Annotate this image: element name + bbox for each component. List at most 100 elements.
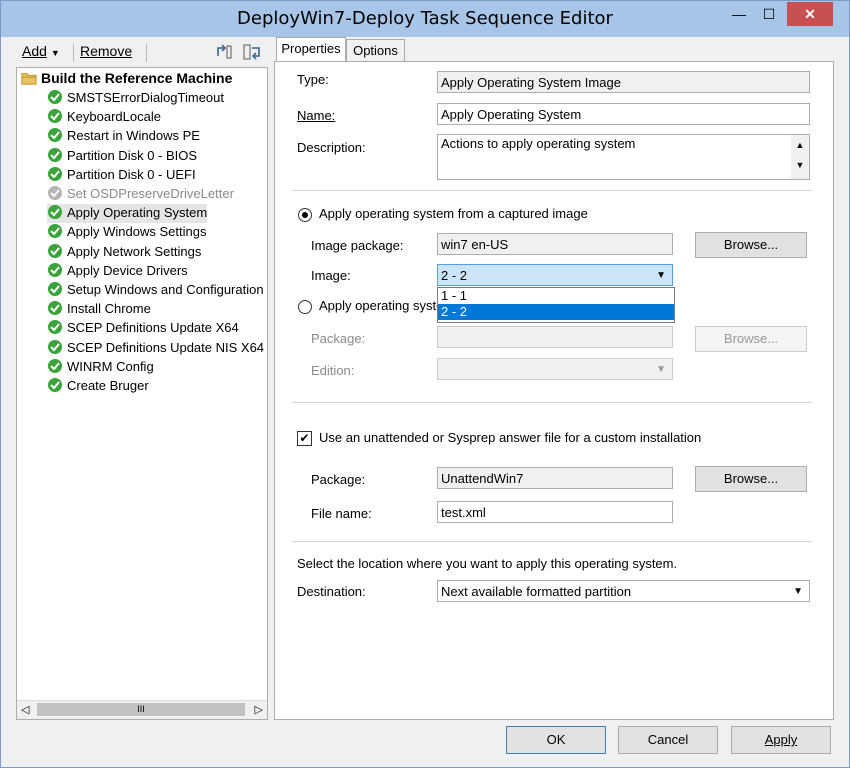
tree-item-label: Partition Disk 0 - UEFI xyxy=(67,166,196,182)
unattend-package-label: Package: xyxy=(311,472,366,487)
image-package-browse-button[interactable]: Browse... xyxy=(695,232,807,258)
tree-item[interactable]: SCEP Definitions Update X64 xyxy=(47,319,239,338)
file-name-label: File name: xyxy=(311,506,372,521)
checkmark-icon xyxy=(48,320,62,335)
tree-item[interactable]: Apply Device Drivers xyxy=(47,262,188,281)
task-sequence-tree[interactable]: Build the Reference Machine SMSTSErrorDi… xyxy=(16,67,268,720)
tree-item-label: Set OSDPreserveDriveLetter xyxy=(67,186,234,201)
disabled-check-icon xyxy=(48,186,62,200)
checkmark-icon xyxy=(48,301,62,316)
scroll-right-icon[interactable]: ▷ xyxy=(255,703,263,716)
image-select[interactable]: 2 - 2 ▼ xyxy=(437,264,673,286)
remove-label: Remove xyxy=(80,43,133,59)
checkmark-icon xyxy=(48,358,62,373)
file-name-input[interactable]: test.xml xyxy=(437,501,673,523)
image-package-field: win7 en-US xyxy=(437,233,673,255)
tree-item-label: Apply Network Settings xyxy=(67,243,202,259)
title-bar[interactable]: DeployWin7-Deploy Task Sequence Editor —… xyxy=(1,1,849,37)
apply-button[interactable]: Apply xyxy=(731,726,831,754)
image-select-value: 2 - 2 xyxy=(441,268,468,283)
image-option[interactable]: 1 - 1 xyxy=(438,288,674,304)
unattend-browse-button[interactable]: Browse... xyxy=(695,466,807,492)
tree-item-label: KeyboardLocale xyxy=(67,109,161,125)
tree-item-label: Restart in Windows PE xyxy=(67,128,200,144)
cancel-button[interactable]: Cancel xyxy=(618,726,718,754)
tree-root-label: Build the Reference Machine xyxy=(41,70,233,86)
remove-button[interactable]: Remove xyxy=(80,43,132,59)
toolbar-divider xyxy=(146,44,147,62)
tree-item[interactable]: Set OSDPreserveDriveLetter xyxy=(47,185,234,204)
tree-item-label: Install Chrome xyxy=(67,301,151,317)
tree-item-label: Apply Operating System xyxy=(67,205,208,221)
tree-item[interactable]: Install Chrome xyxy=(47,300,151,319)
type-field: Apply Operating System Image xyxy=(437,71,810,93)
ok-button[interactable]: OK xyxy=(506,726,606,754)
tab-properties[interactable]: Properties xyxy=(276,37,346,62)
description-text: Actions to apply operating system xyxy=(441,136,636,151)
edition-select[interactable]: ▼ xyxy=(437,358,673,380)
move-up-icon[interactable] xyxy=(214,42,234,62)
captured-image-label: Apply operating system from a captured i… xyxy=(319,206,588,221)
tree-item[interactable]: Partition Disk 0 - UEFI xyxy=(47,166,196,185)
destination-value: Next available formatted partition xyxy=(441,584,632,599)
description-input[interactable]: Actions to apply operating system ▲ ▼ xyxy=(437,134,810,180)
checkmark-icon xyxy=(48,166,62,181)
package-label: Package: xyxy=(311,331,366,346)
unattend-package-field: UnattendWin7 xyxy=(437,467,673,489)
image-option-selected[interactable]: 2 - 2 xyxy=(438,304,674,320)
add-menu-button[interactable]: Add ▼ xyxy=(22,43,60,59)
chevron-down-icon: ▼ xyxy=(656,270,666,281)
image-dropdown-list[interactable]: 1 - 1 2 - 2 xyxy=(437,287,675,323)
tree-item-label: SCEP Definitions Update X64 xyxy=(67,320,239,336)
scroll-left-icon[interactable]: ◁ xyxy=(21,703,29,716)
description-scrollbar[interactable]: ▲ ▼ xyxy=(791,135,809,179)
image-package-label: Image package: xyxy=(311,238,404,253)
separator xyxy=(292,402,812,403)
tree-item[interactable]: Restart in Windows PE xyxy=(47,127,200,146)
tree-item[interactable]: Apply Operating System xyxy=(47,204,208,224)
dropdown-arrow-icon: ▼ xyxy=(50,48,60,58)
tree-item-label: Partition Disk 0 - BIOS xyxy=(67,147,198,163)
image-label: Image: xyxy=(311,268,351,283)
minimize-button[interactable]: — xyxy=(725,2,753,26)
captured-image-radio[interactable] xyxy=(298,208,312,222)
tree-horizontal-scrollbar[interactable]: ◁ III ▷ xyxy=(17,700,267,719)
tree-item[interactable]: Partition Disk 0 - BIOS xyxy=(47,147,197,166)
tree-root-group[interactable]: Build the Reference Machine xyxy=(21,70,232,89)
close-button[interactable]: ✕ xyxy=(787,2,833,26)
destination-select[interactable]: Next available formatted partition ▼ xyxy=(437,580,810,602)
scroll-thumb[interactable]: III xyxy=(37,703,245,716)
folder-icon xyxy=(21,73,37,85)
checkmark-icon xyxy=(48,90,62,104)
tree-item[interactable]: Apply Network Settings xyxy=(47,243,201,262)
tree-item[interactable]: SCEP Definitions Update NIS X64 xyxy=(47,339,264,358)
chevron-down-icon: ▼ xyxy=(793,586,803,597)
tree-item-label: Setup Windows and Configuration xyxy=(67,282,264,297)
unattend-checkbox[interactable]: ✔ xyxy=(297,431,312,446)
tree-item[interactable]: Apply Windows Settings xyxy=(47,223,206,242)
other-os-label: Apply operating syste xyxy=(319,298,444,313)
edition-label: Edition: xyxy=(311,363,355,378)
tree-item[interactable]: Setup Windows and Configuration xyxy=(47,281,264,300)
name-input[interactable]: Apply Operating System xyxy=(437,103,810,125)
tree-item-label: Create Bruger xyxy=(67,378,149,393)
checkmark-icon xyxy=(48,205,62,220)
package-browse-button[interactable]: Browse... xyxy=(695,326,807,352)
other-os-radio[interactable] xyxy=(298,300,312,314)
tree-item[interactable]: SMSTSErrorDialogTimeout xyxy=(47,89,224,108)
chevron-down-icon: ▼ xyxy=(656,364,666,375)
checkmark-icon xyxy=(48,339,62,354)
maximize-button[interactable]: ☐ xyxy=(755,2,783,26)
checkmark-icon xyxy=(48,147,62,162)
add-label: Add xyxy=(22,43,47,59)
name-label: Name: xyxy=(297,108,336,123)
tree-item[interactable]: Create Bruger xyxy=(47,377,149,396)
move-down-icon[interactable] xyxy=(242,42,264,62)
tree-item-label: Apply Device Drivers xyxy=(67,262,188,278)
scroll-down-icon[interactable]: ▼ xyxy=(791,155,809,175)
location-text: Select the location where you want to ap… xyxy=(297,556,678,571)
description-label: Description: xyxy=(297,140,366,155)
scroll-up-icon[interactable]: ▲ xyxy=(791,135,809,155)
tree-item[interactable]: KeyboardLocale xyxy=(47,108,161,127)
tree-item[interactable]: WINRM Config xyxy=(47,358,154,377)
